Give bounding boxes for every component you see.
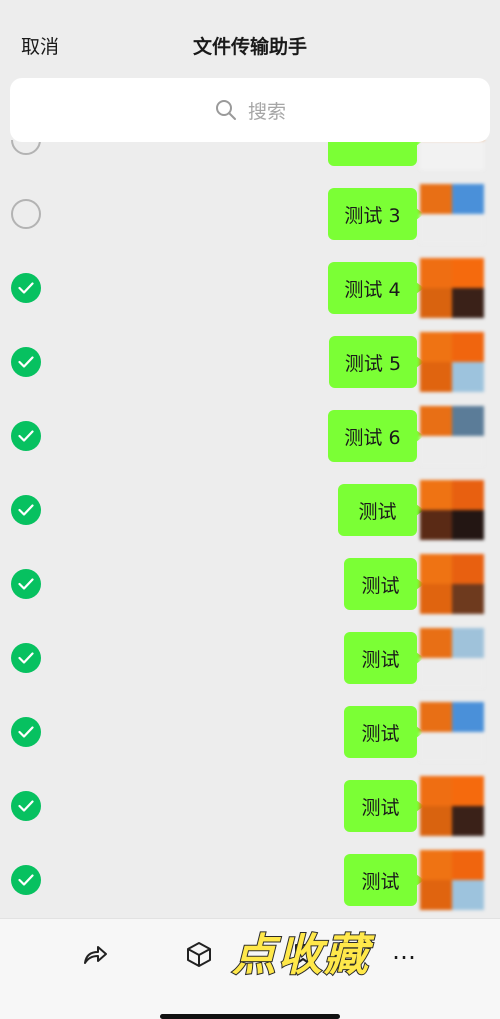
avatar-tile	[420, 732, 452, 762]
more-icon[interactable]: …	[392, 937, 417, 965]
checkbox-checked-icon[interactable]	[11, 421, 41, 451]
avatar-tile	[452, 880, 484, 910]
avatar-tile	[420, 850, 452, 880]
overlay-caption: 点收藏	[231, 929, 370, 982]
avatar-tile	[452, 554, 484, 584]
avatar-tile	[420, 184, 452, 214]
avatar-tile	[420, 554, 452, 584]
avatar-tile	[452, 214, 484, 244]
avatar-tile	[452, 406, 484, 436]
avatar-tile	[452, 850, 484, 880]
message-bubble[interactable]: 测试 5	[329, 336, 424, 388]
avatar-tile	[452, 776, 484, 806]
avatar-tile	[452, 184, 484, 214]
message-bubble[interactable]: 测试 3	[328, 188, 424, 240]
home-indicator	[160, 1014, 340, 1019]
avatar-tile	[420, 406, 452, 436]
bottom-toolbar: … 点收藏	[0, 918, 500, 1019]
avatar-tile	[420, 628, 452, 658]
message-row[interactable]: 测试	[0, 702, 500, 762]
avatar-tile	[452, 480, 484, 510]
avatar-tile	[420, 584, 452, 614]
avatar-tile	[452, 702, 484, 732]
message-list: 测试 3 测试 4 测试 5 测试 6 测试 测试 测试 测试 测试 测试	[0, 140, 500, 920]
avatar-tile	[452, 628, 484, 658]
avatar-tile	[452, 288, 484, 318]
message-bubble[interactable]: 测试	[344, 854, 424, 906]
avatar[interactable]	[420, 554, 484, 614]
message-row[interactable]: 测试	[0, 850, 500, 910]
message-bubble[interactable]: 测试	[344, 780, 424, 832]
avatar-tile	[420, 140, 452, 170]
avatar[interactable]	[420, 258, 484, 318]
checkbox-checked-icon[interactable]	[11, 273, 41, 303]
message-row[interactable]: 测试 3	[0, 184, 500, 244]
forward-icon[interactable]	[80, 939, 110, 969]
message-row[interactable]: 测试 6	[0, 406, 500, 466]
avatar-tile	[420, 658, 452, 688]
avatar-tile	[420, 436, 452, 466]
avatar-tile	[452, 584, 484, 614]
checkbox-unchecked-icon[interactable]	[11, 199, 41, 229]
message-row[interactable]: 测试 5	[0, 332, 500, 392]
avatar[interactable]	[420, 184, 484, 244]
avatar[interactable]	[420, 702, 484, 762]
checkbox-checked-icon[interactable]	[11, 643, 41, 673]
avatar-tile	[420, 214, 452, 244]
avatar-tile	[420, 362, 452, 392]
message-bubble[interactable]: 测试 4	[328, 262, 424, 314]
avatar-tile	[452, 258, 484, 288]
avatar-tile	[452, 140, 484, 170]
search-icon	[215, 100, 236, 120]
avatar-tile	[420, 480, 452, 510]
checkbox-checked-icon[interactable]	[11, 717, 41, 747]
message-row[interactable]: 测试	[0, 554, 500, 614]
avatar-tile	[452, 510, 484, 540]
message-bubble[interactable]: 测试 6	[328, 410, 424, 462]
avatar[interactable]	[420, 628, 484, 688]
avatar[interactable]	[420, 406, 484, 466]
avatar[interactable]	[420, 480, 484, 540]
avatar-tile	[420, 702, 452, 732]
checkbox-unchecked-icon[interactable]	[11, 140, 41, 155]
message-row[interactable]: 测试 4	[0, 258, 500, 318]
checkbox-checked-icon[interactable]	[11, 495, 41, 525]
checkbox-checked-icon[interactable]	[11, 347, 41, 377]
checkbox-checked-icon[interactable]	[11, 865, 41, 895]
message-bubble[interactable]: 测试	[344, 632, 424, 684]
avatar[interactable]	[420, 776, 484, 836]
page-title: 文件传输助手	[192, 36, 307, 58]
message-bubble[interactable]: 测试	[344, 558, 424, 610]
avatar-tile	[420, 258, 452, 288]
avatar-tile	[420, 806, 452, 836]
avatar-tile	[420, 880, 452, 910]
message-row[interactable]: 测试	[0, 628, 500, 688]
message-row[interactable]	[0, 140, 500, 170]
avatar-tile	[452, 332, 484, 362]
message-row[interactable]: 测试	[0, 776, 500, 836]
avatar-tile	[452, 732, 484, 762]
avatar[interactable]	[420, 332, 484, 392]
search-placeholder: 搜索	[247, 100, 286, 123]
search-bar[interactable]: 搜索	[10, 78, 490, 142]
checkbox-checked-icon[interactable]	[11, 791, 41, 821]
message-bubble[interactable]: 测试	[338, 484, 424, 536]
avatar-tile	[452, 436, 484, 466]
message-row[interactable]: 测试	[0, 480, 500, 540]
avatar-tile	[452, 658, 484, 688]
avatar-tile	[420, 332, 452, 362]
avatar-tile	[452, 362, 484, 392]
avatar[interactable]	[420, 140, 484, 170]
avatar-tile	[420, 288, 452, 318]
message-bubble[interactable]	[328, 140, 424, 166]
avatar-tile	[452, 806, 484, 836]
checkbox-checked-icon[interactable]	[11, 569, 41, 599]
header: 取消 文件传输助手	[0, 0, 500, 80]
avatar-tile	[420, 776, 452, 806]
avatar-tile	[420, 510, 452, 540]
message-bubble[interactable]: 测试	[344, 706, 424, 758]
box-icon[interactable]	[184, 939, 214, 969]
avatar[interactable]	[420, 850, 484, 910]
